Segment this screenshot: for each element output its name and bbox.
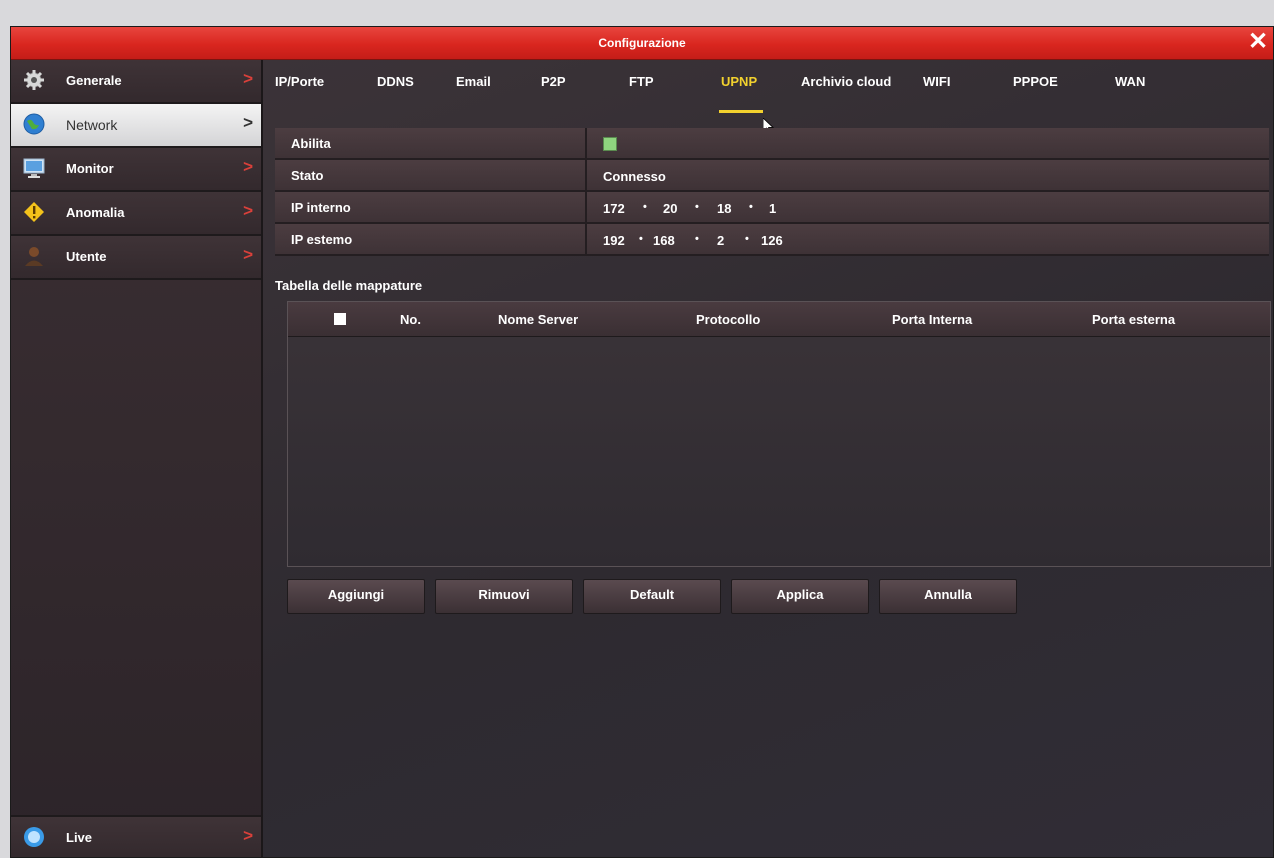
mapping-table[interactable]: No. Nome Server Protocollo Porta Interna… bbox=[287, 301, 1271, 567]
warning-icon bbox=[24, 202, 44, 222]
ip-octet: 20 bbox=[663, 201, 678, 216]
chevron-right-icon: > bbox=[243, 157, 253, 176]
table-header: No. Nome Server Protocollo Porta Interna… bbox=[288, 302, 1270, 337]
sidebar-item-label: Monitor bbox=[66, 161, 114, 176]
ip-octet: 18 bbox=[717, 201, 732, 216]
sidebar-item-network[interactable]: Network > bbox=[11, 104, 261, 148]
tab-pppoe[interactable]: PPPOE bbox=[1013, 74, 1058, 89]
ip-octet: 172 bbox=[603, 201, 625, 216]
sidebar-item-live[interactable]: Live > bbox=[11, 815, 261, 857]
tab-ftp[interactable]: FTP bbox=[629, 74, 654, 89]
mapping-table-title: Tabella delle mappature bbox=[275, 278, 423, 293]
default-button[interactable]: Default bbox=[583, 579, 721, 614]
tab-p2p[interactable]: P2P bbox=[541, 74, 566, 89]
column-header: No. bbox=[400, 312, 421, 327]
column-header: Porta esterna bbox=[1092, 312, 1176, 327]
tab-wifi[interactable]: WIFI bbox=[923, 74, 950, 89]
ip-octet: 2 bbox=[717, 233, 725, 248]
live-icon bbox=[24, 827, 44, 847]
enable-row: Abilita bbox=[275, 128, 1269, 160]
internal-ip-field[interactable]: 172 • 20 • 18 • 1 bbox=[585, 192, 1269, 222]
status-row: Stato Connesso bbox=[275, 160, 1269, 192]
add-button[interactable]: Aggiungi bbox=[287, 579, 425, 614]
column-header: Protocollo bbox=[696, 312, 761, 327]
external-ip-field[interactable]: 192 • 168 • 2 • 126 bbox=[585, 224, 1269, 254]
apply-button[interactable]: Applica bbox=[731, 579, 869, 614]
internal-ip-label: IP interno bbox=[291, 200, 351, 215]
chevron-right-icon: > bbox=[243, 826, 253, 845]
internal-ip-row: IP interno 172 • 20 • 18 • 1 bbox=[275, 192, 1269, 224]
monitor-icon bbox=[23, 158, 45, 178]
tab-wan[interactable]: WAN bbox=[1115, 74, 1145, 89]
status-label: Stato bbox=[291, 168, 324, 183]
ip-octet: 168 bbox=[653, 233, 675, 248]
chevron-right-icon: > bbox=[243, 245, 253, 264]
tab-email[interactable]: Email bbox=[456, 74, 491, 89]
status-value: Connesso bbox=[603, 169, 666, 184]
main-panel: IP/Porte DDNS Email P2P FTP UPNP Archivi… bbox=[263, 60, 1273, 857]
ip-octet: 126 bbox=[761, 233, 783, 248]
column-header: Porta Interna bbox=[892, 312, 973, 327]
sidebar: Generale > Network > Monitor > Anomalia … bbox=[11, 60, 263, 857]
enable-checkbox[interactable] bbox=[603, 137, 617, 151]
chevron-right-icon: > bbox=[243, 69, 253, 88]
sidebar-item-utente[interactable]: Utente > bbox=[11, 236, 261, 280]
globe-icon bbox=[23, 113, 45, 135]
sidebar-item-monitor[interactable]: Monitor > bbox=[11, 148, 261, 192]
enable-label: Abilita bbox=[291, 136, 331, 151]
tab-upnp[interactable]: UPNP bbox=[721, 74, 757, 89]
external-ip-label: IP estemo bbox=[291, 232, 353, 247]
tab-archivio-cloud[interactable]: Archivio cloud bbox=[801, 74, 891, 89]
active-tab-indicator bbox=[719, 110, 763, 113]
config-window: Configurazione ✕ Generale > Network > Mo… bbox=[10, 26, 1274, 858]
close-icon[interactable]: ✕ bbox=[1245, 27, 1271, 58]
ip-octet: 1 bbox=[769, 201, 777, 216]
remove-button[interactable]: Rimuovi bbox=[435, 579, 573, 614]
sidebar-item-label: Live bbox=[66, 830, 93, 845]
sidebar-item-label: Anomalia bbox=[66, 205, 125, 220]
title-bar: Configurazione ✕ bbox=[11, 27, 1273, 60]
tab-ip-porte[interactable]: IP/Porte bbox=[275, 74, 324, 89]
sidebar-item-anomalia[interactable]: Anomalia > bbox=[11, 192, 261, 236]
tab-ddns[interactable]: DDNS bbox=[377, 74, 414, 89]
select-all-checkbox[interactable] bbox=[334, 313, 346, 325]
sidebar-item-label: Utente bbox=[66, 249, 107, 264]
gear-icon bbox=[24, 70, 44, 90]
sidebar-item-label: Network bbox=[66, 117, 118, 133]
ip-octet: 192 bbox=[603, 233, 625, 248]
chevron-right-icon: > bbox=[243, 201, 253, 220]
sidebar-item-label: Generale bbox=[66, 73, 122, 88]
sidebar-item-generale[interactable]: Generale > bbox=[11, 60, 261, 104]
window-title: Configurazione bbox=[598, 36, 686, 50]
user-icon bbox=[25, 247, 43, 266]
cancel-button[interactable]: Annulla bbox=[879, 579, 1017, 614]
column-header: Nome Server bbox=[498, 312, 579, 327]
external-ip-row: IP estemo 192 • 168 • 2 • 126 bbox=[275, 224, 1269, 256]
chevron-right-icon: > bbox=[243, 113, 253, 132]
